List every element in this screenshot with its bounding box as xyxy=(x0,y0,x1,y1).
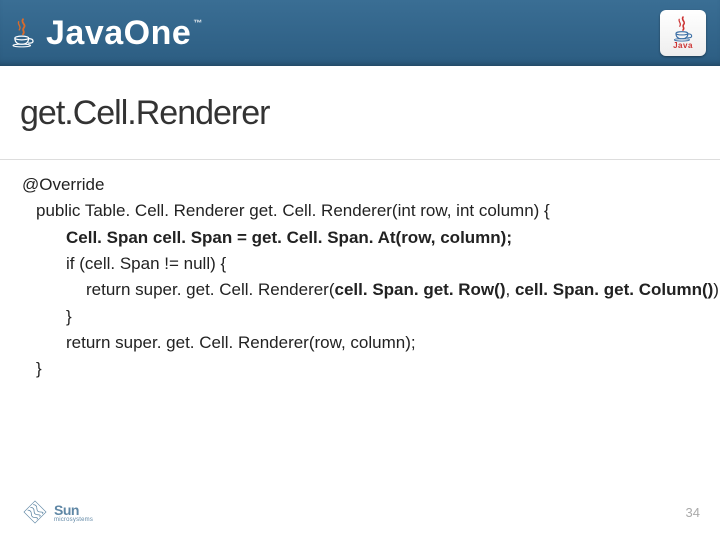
code-text: ); xyxy=(713,280,720,299)
footer: Sun microsystems 34 xyxy=(0,484,720,540)
slide-title: get.Cell.Renderer xyxy=(20,94,700,133)
code-line: } xyxy=(22,304,698,330)
code-text: , xyxy=(505,280,514,299)
title-area: get.Cell.Renderer xyxy=(0,66,720,151)
java-cup-icon xyxy=(672,16,694,42)
company-sub: microsystems xyxy=(54,517,93,523)
code-line: } xyxy=(22,356,698,382)
code-bold: cell. Span. get. Column() xyxy=(515,280,713,299)
code-line: return super. get. Cell. Renderer(row, c… xyxy=(22,330,698,356)
company-name: Sun xyxy=(54,502,93,518)
conference-name-text: JavaOne xyxy=(46,14,191,53)
trademark-symbol: ™ xyxy=(193,18,203,28)
code-line: if (cell. Span != null) { xyxy=(22,251,698,277)
coffee-cup-icon xyxy=(10,18,36,48)
sun-logo: Sun microsystems xyxy=(22,499,93,525)
sun-mark-icon xyxy=(22,499,48,525)
code-line: public Table. Cell. Renderer get. Cell. … xyxy=(22,198,698,224)
code-line: @Override xyxy=(22,172,698,198)
java-badge-label: Java xyxy=(673,41,693,50)
conference-name: JavaOne ™ xyxy=(46,14,203,53)
javaone-logo: JavaOne ™ xyxy=(10,14,203,53)
sun-text-group: Sun microsystems xyxy=(54,502,93,523)
java-badge: Java xyxy=(660,10,706,56)
code-line: return super. get. Cell. Renderer(cell. … xyxy=(22,277,698,303)
slide: JavaOne ™ Java get.Cell.Renderer @Overri… xyxy=(0,0,720,540)
code-line: Cell. Span cell. Span = get. Cell. Span.… xyxy=(22,225,698,251)
header-bar: JavaOne ™ Java xyxy=(0,0,720,66)
code-text: return super. get. Cell. Renderer( xyxy=(86,280,335,299)
code-bold: Cell. Span cell. Span = get. Cell. Span.… xyxy=(66,228,512,247)
code-content: @Override public Table. Cell. Renderer g… xyxy=(0,160,720,383)
code-bold: cell. Span. get. Row() xyxy=(335,280,506,299)
page-number: 34 xyxy=(686,505,700,520)
